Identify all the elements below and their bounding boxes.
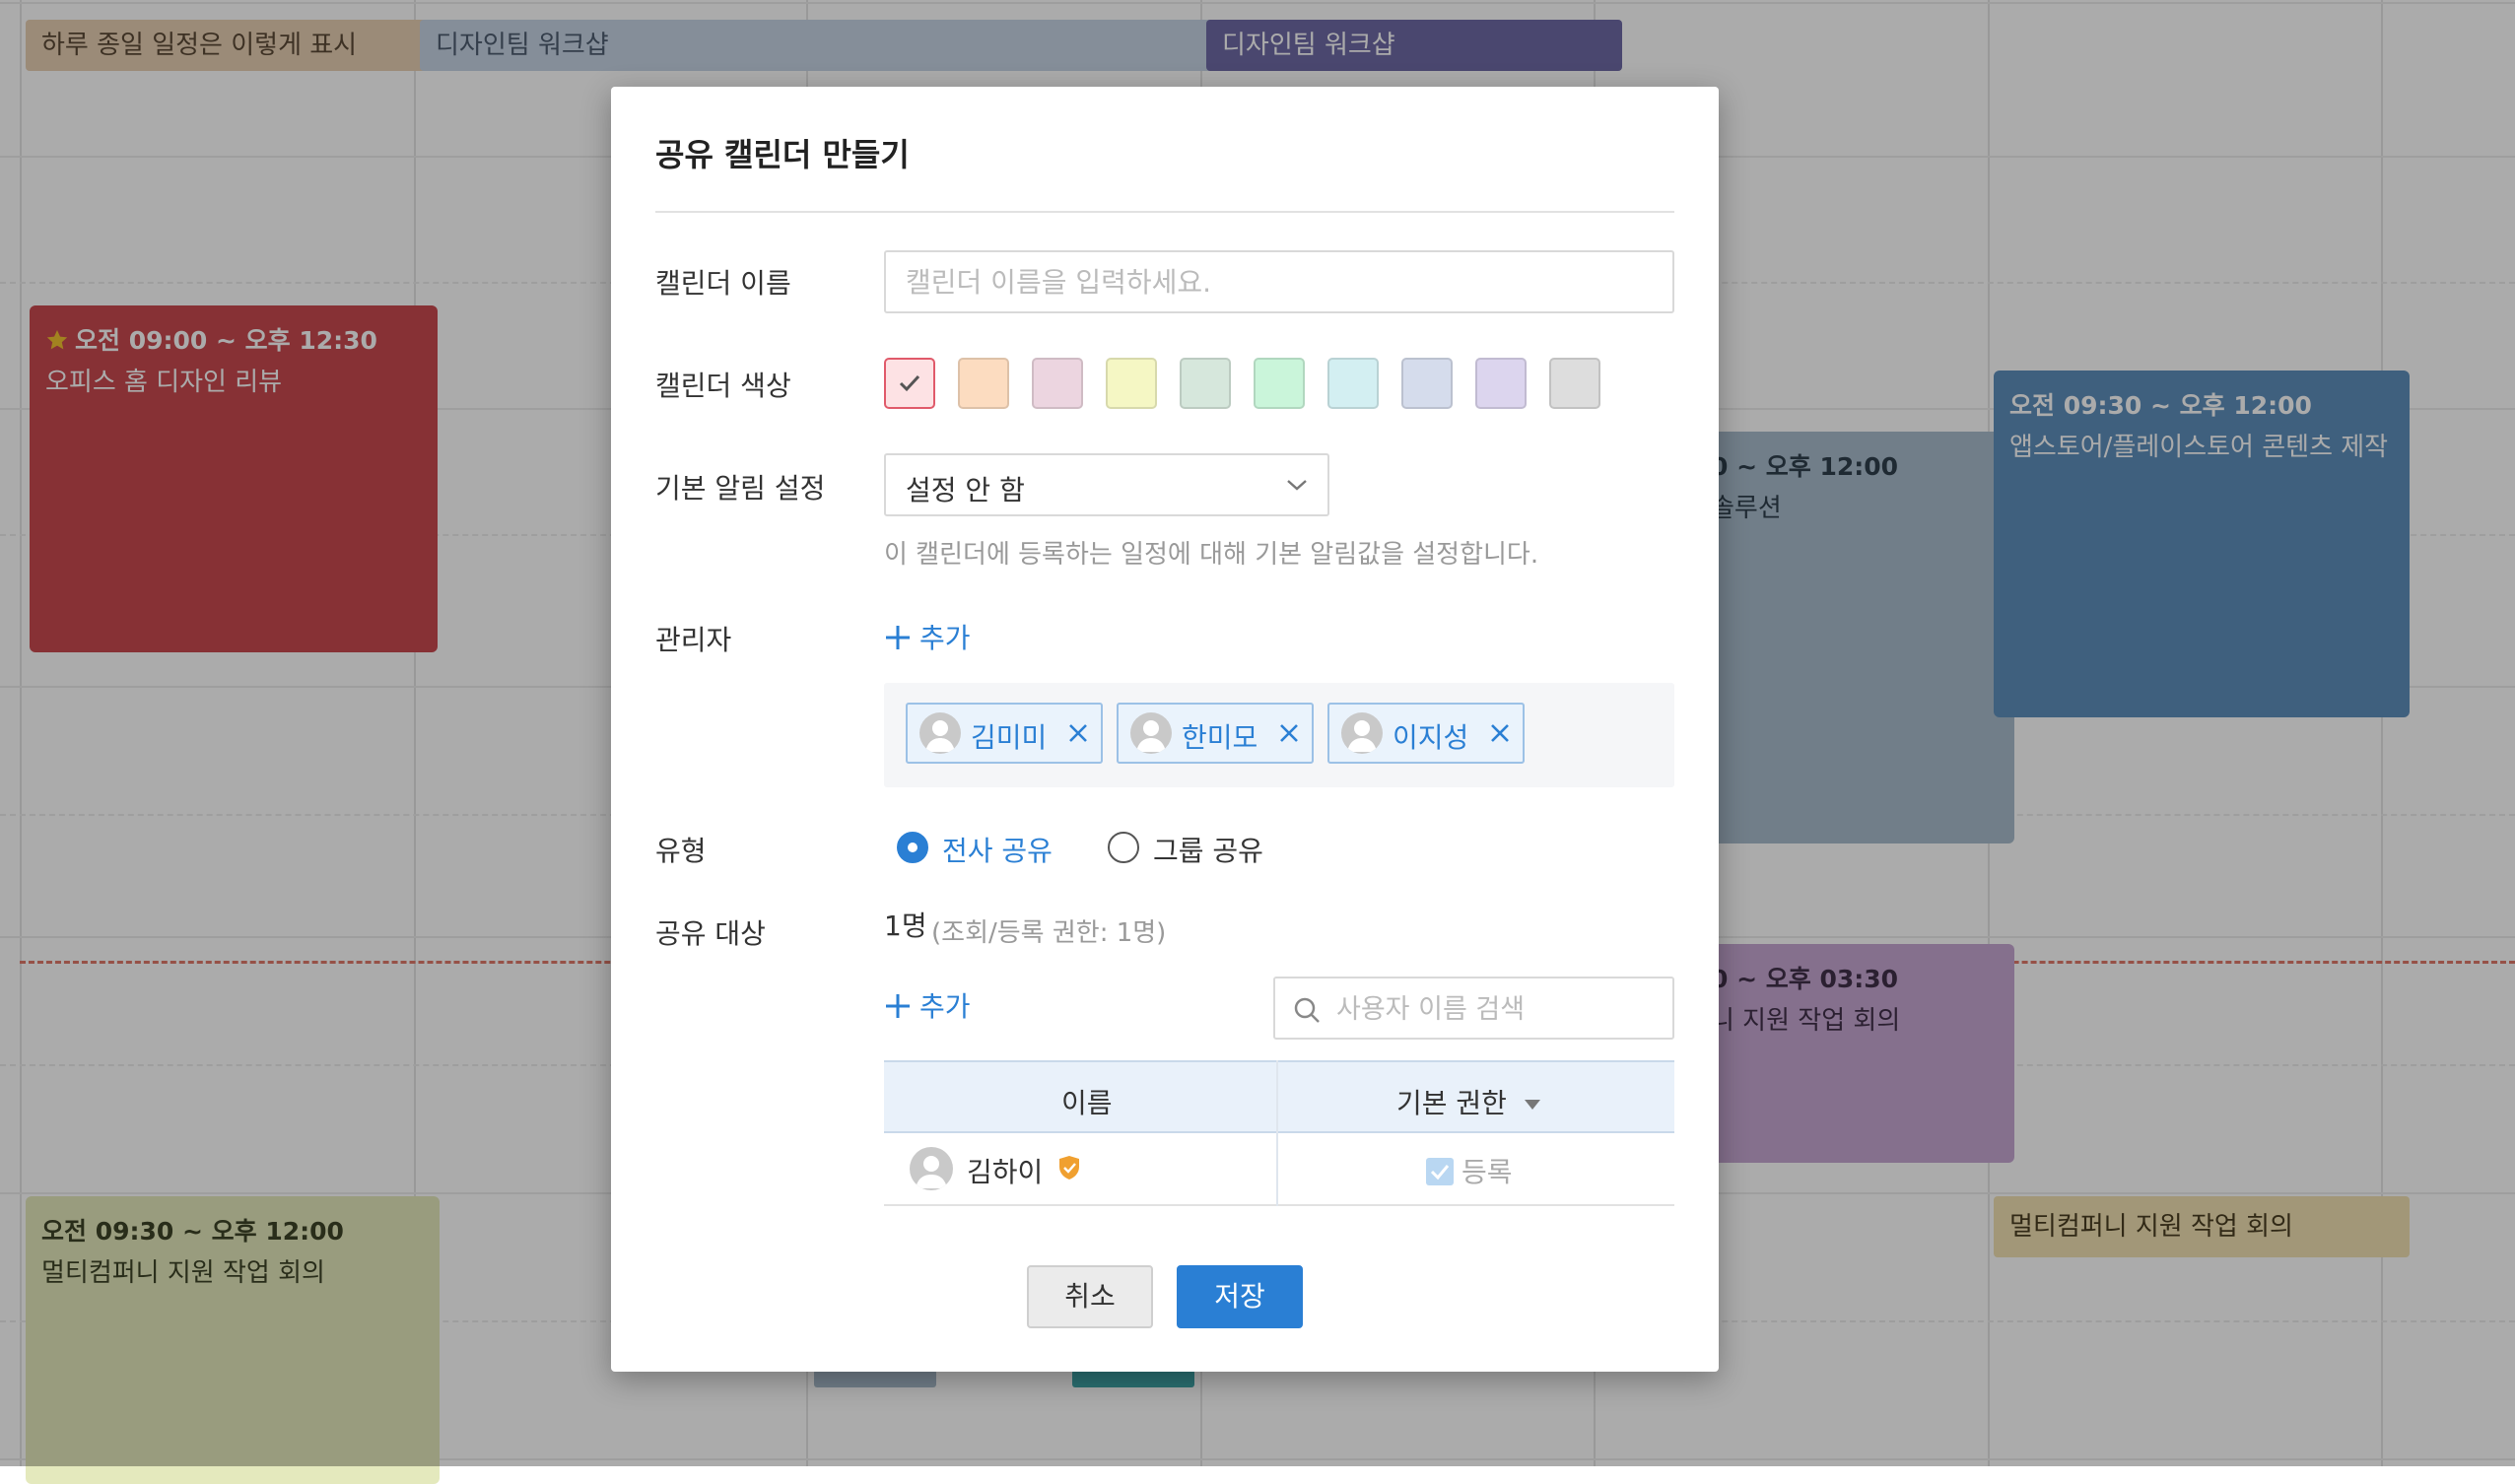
admin-name: 김미미 bbox=[971, 721, 1048, 754]
add-admin-button[interactable]: 추가 bbox=[884, 617, 971, 656]
radio-icon bbox=[897, 832, 928, 863]
color-swatch[interactable] bbox=[1106, 358, 1157, 409]
chevron-down-icon bbox=[1287, 480, 1307, 491]
user-name: 김하이 bbox=[967, 1156, 1044, 1188]
admin-name: 한미모 bbox=[1182, 721, 1258, 754]
create-shared-calendar-dialog: 공유 캘린더 만들기 캘린더 이름 캘린더 색상 기본 알림 설정 설정 안 함… bbox=[611, 87, 1719, 1372]
color-swatch[interactable] bbox=[1475, 358, 1527, 409]
avatar bbox=[919, 712, 961, 754]
default-alarm-select[interactable]: 설정 안 함 bbox=[884, 453, 1329, 516]
avatar bbox=[910, 1147, 953, 1190]
avatar bbox=[1341, 712, 1383, 754]
calendar-color-label: 캘린더 색상 bbox=[655, 370, 791, 402]
user-search-box bbox=[1273, 977, 1674, 1040]
color-swatch[interactable] bbox=[884, 358, 935, 409]
add-share-user-button[interactable]: 추가 bbox=[884, 985, 971, 1025]
admin-name: 이지성 bbox=[1393, 721, 1469, 754]
permission-checkbox[interactable]: 등록 bbox=[1426, 1151, 1513, 1190]
check-icon bbox=[899, 374, 920, 392]
share-target-label: 공유 대상 bbox=[655, 917, 766, 950]
search-icon bbox=[1294, 997, 1320, 1023]
remove-admin-icon[interactable] bbox=[1067, 722, 1089, 748]
radio-group-share[interactable]: 그룹 공유 bbox=[1108, 830, 1275, 867]
alarm-select-value: 설정 안 함 bbox=[906, 474, 1025, 506]
alarm-help-text: 이 캘린더에 등록하는 일정에 대해 기본 알림값을 설정합니다. bbox=[884, 540, 1539, 570]
avatar bbox=[1130, 712, 1172, 754]
remove-admin-icon[interactable] bbox=[1489, 722, 1511, 748]
share-count: 1명 bbox=[884, 910, 927, 942]
radio-company-share[interactable]: 전사 공유 bbox=[897, 830, 1064, 867]
save-button[interactable]: 저장 bbox=[1177, 1265, 1303, 1328]
type-label: 유형 bbox=[655, 835, 707, 867]
admin-chip: 한미모 bbox=[1117, 703, 1314, 764]
color-swatch[interactable] bbox=[1327, 358, 1379, 409]
default-alarm-label: 기본 알림 설정 bbox=[655, 472, 826, 505]
admin-chip: 김미미 bbox=[906, 703, 1103, 764]
color-swatch[interactable] bbox=[1401, 358, 1453, 409]
color-swatch[interactable] bbox=[1549, 358, 1600, 409]
plus-icon bbox=[886, 994, 910, 1018]
checkbox-icon bbox=[1426, 1158, 1454, 1185]
calendar-name-input[interactable] bbox=[884, 250, 1674, 313]
calendar-name-label: 캘린더 이름 bbox=[655, 267, 791, 300]
color-swatch[interactable] bbox=[958, 358, 1009, 409]
divider bbox=[655, 211, 1674, 213]
shield-badge-icon bbox=[1057, 1155, 1081, 1184]
user-search-input[interactable] bbox=[1334, 988, 1664, 1030]
plus-icon bbox=[886, 626, 910, 649]
column-divider bbox=[1276, 1060, 1278, 1206]
cancel-button[interactable]: 취소 bbox=[1027, 1265, 1153, 1328]
column-header-name: 이름 bbox=[1061, 1087, 1113, 1119]
admin-chip: 이지성 bbox=[1327, 703, 1525, 764]
share-permission-note: (조회/등록 권한: 1명) bbox=[931, 918, 1167, 948]
table-header: 이름 기본 권한 bbox=[884, 1060, 1674, 1133]
admin-label: 관리자 bbox=[655, 624, 732, 656]
color-swatch[interactable] bbox=[1032, 358, 1083, 409]
remove-admin-icon[interactable] bbox=[1278, 722, 1300, 748]
color-swatch[interactable] bbox=[1254, 358, 1305, 409]
caret-down-icon bbox=[1524, 1100, 1540, 1110]
radio-icon bbox=[1108, 832, 1139, 863]
dialog-title: 공유 캘린더 만들기 bbox=[655, 136, 910, 173]
column-header-permission[interactable]: 기본 권한 bbox=[1396, 1082, 1541, 1121]
admin-list: 김미미 한미모 이지성 bbox=[884, 683, 1674, 787]
table-row: 김하이 등록 bbox=[884, 1133, 1674, 1206]
color-swatch[interactable] bbox=[1180, 358, 1231, 409]
